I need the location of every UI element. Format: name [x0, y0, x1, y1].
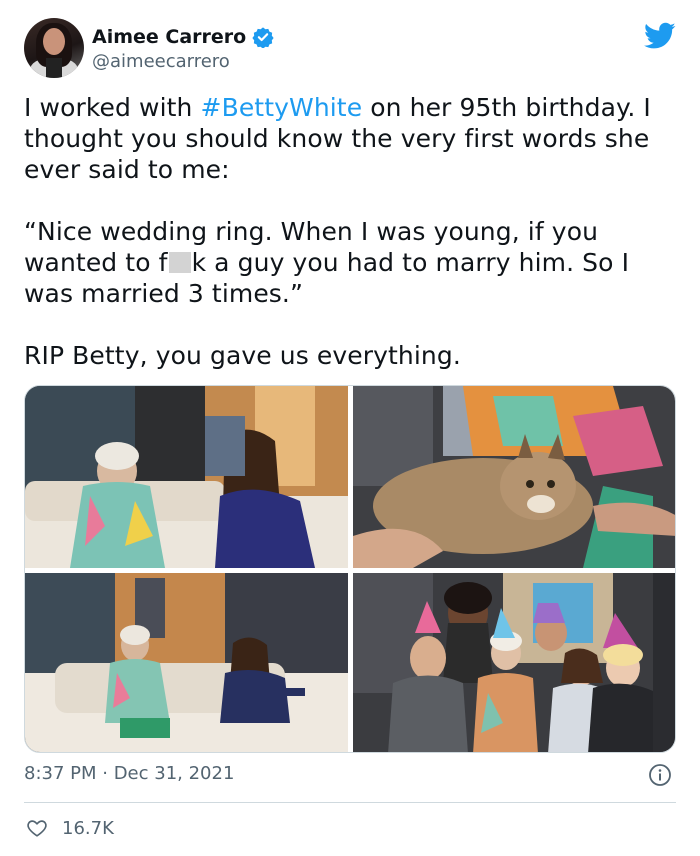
tweet-paragraph-quote: “Nice wedding ring. When I was young, if…: [24, 217, 630, 308]
tweet-paragraph-closing: RIP Betty, you gave us everything.: [24, 341, 461, 370]
censor-block: [168, 252, 191, 273]
tweet-paragraph-1: I worked with #BettyWhite on her 95th bi…: [24, 93, 651, 184]
media-grid: [24, 385, 676, 753]
photo-set-couch-wide[interactable]: [25, 573, 348, 752]
tweet-text: I worked with #BettyWhite on her 95th bi…: [24, 92, 676, 371]
info-icon[interactable]: [648, 763, 672, 787]
tweet-timestamp[interactable]: 8:37 PM · Dec 31, 2021: [24, 763, 234, 784]
divider: [24, 802, 676, 803]
like-action[interactable]: 16.7K: [26, 817, 114, 839]
heart-icon[interactable]: [26, 817, 48, 839]
handle[interactable]: @aimeecarrero: [92, 51, 230, 72]
display-name[interactable]: Aimee Carrero: [92, 26, 246, 48]
photo-lynx-on-set[interactable]: [353, 386, 675, 568]
twitter-bird-icon[interactable]: [644, 22, 676, 50]
hashtag-link[interactable]: #BettyWhite: [201, 93, 363, 122]
tweet-card: Aimee Carrero @aimeecarrero I worked wit…: [0, 0, 700, 856]
like-count: 16.7K: [62, 817, 114, 839]
photo-party-hats-group[interactable]: [353, 573, 675, 752]
avatar[interactable]: [24, 18, 84, 78]
tweet-header: Aimee Carrero @aimeecarrero: [24, 18, 676, 80]
photo-set-couch-conversation[interactable]: [25, 386, 348, 568]
name-row: Aimee Carrero: [92, 26, 274, 48]
verified-badge-icon: [252, 27, 274, 48]
